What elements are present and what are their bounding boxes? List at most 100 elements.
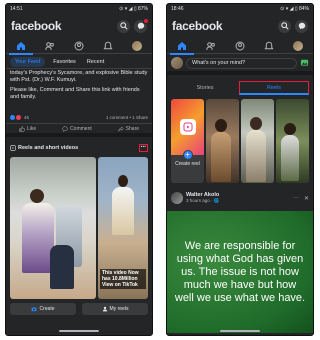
top-navigation (6, 38, 152, 55)
like-reaction-icon (10, 114, 15, 120)
search-button[interactable] (278, 19, 291, 33)
plus-icon: + (182, 150, 193, 160)
reel-person-body (281, 135, 299, 181)
nav-menu[interactable] (291, 39, 305, 53)
reels-section-title: Reels and short videos (18, 145, 79, 151)
phone-screenshot-feed: 14:51 ⊙ ▾ ◢ ▯ 87% facebook Your Feed Fav… (5, 3, 153, 336)
status-bar: 14:51 ⊙ ▾ ◢ ▯ 87% (6, 4, 152, 14)
comment-icon (62, 125, 68, 132)
reel-thumbnail[interactable] (241, 99, 274, 183)
my-reels-label: My reels (109, 306, 129, 312)
phone-screenshot-reels: 18:46 ⊙ ▾ ◢ ▯ 84% facebook What's on you… (166, 3, 314, 336)
tab-reels[interactable]: Reels (239, 81, 309, 95)
reel-person-head (30, 189, 44, 203)
search-icon (119, 22, 128, 30)
home-indicator (59, 330, 99, 332)
messenger-icon (298, 22, 305, 30)
create-reel-card[interactable]: + Create reel (171, 99, 204, 183)
feed-filter-tabs: Your Feed Favorites Recent (6, 55, 152, 69)
messenger-button[interactable] (295, 19, 308, 33)
reel-person-head (284, 123, 296, 135)
status-indicators: ⊙ ▾ ◢ ▯ 84% (280, 6, 309, 12)
nav-profile[interactable] (72, 39, 86, 53)
share-button[interactable]: Share (118, 126, 139, 132)
search-icon (280, 22, 289, 30)
share-icon (118, 125, 124, 131)
reels-section-header: Reels and short videos ··· (10, 143, 148, 153)
like-button[interactable]: Like (19, 126, 36, 132)
messenger-button[interactable] (134, 17, 149, 33)
status-time: 14:51 (10, 6, 23, 12)
whats-on-your-mind-input[interactable]: What's on your mind? (186, 57, 297, 69)
my-reels-button[interactable]: My reels (82, 303, 148, 315)
nav-home[interactable] (8, 39, 33, 55)
home-icon (177, 41, 186, 50)
tab-your-feed[interactable]: Your Feed (10, 56, 46, 67)
person-icon (102, 306, 107, 312)
reels-carousel: This video Now has 10.8Million View on T… (10, 157, 148, 299)
nav-home[interactable] (169, 39, 194, 55)
comment-label: Comment (70, 125, 92, 132)
friends-icon (206, 41, 215, 50)
status-time: 18:46 (171, 6, 184, 12)
reel-thumbnail[interactable] (10, 157, 96, 299)
notification-badge (143, 17, 149, 24)
camera-icon (32, 307, 37, 312)
stories-reels-tabs: Stories Reels (171, 81, 309, 95)
reel-person-body (246, 130, 266, 182)
create-label: Create (39, 306, 55, 312)
post-composer: What's on your mind? (167, 55, 313, 75)
post-header: Walter Akolo 3 hours ago · 🌐 ··· ✕ (171, 189, 309, 207)
post-actions: Like Comment Share (6, 123, 152, 137)
reel-person-head (215, 119, 227, 132)
facebook-logo: facebook (11, 19, 62, 33)
reel-thumbnail[interactable] (206, 99, 239, 183)
post-text-line: Please like, Comment and Share this link… (10, 87, 140, 100)
reel-person-body (112, 187, 134, 235)
status-indicators: ⊙ ▾ ◢ ▯ 87% (119, 6, 148, 12)
home-indicator (220, 330, 260, 332)
tab-stories[interactable]: Stories (171, 81, 239, 95)
photo-icon (300, 59, 309, 66)
thumbs-up-icon (19, 125, 25, 132)
nav-friends[interactable] (204, 39, 218, 53)
reels-buttons: Create My reels (10, 303, 148, 315)
nav-friends[interactable] (43, 39, 57, 53)
nav-notifications[interactable] (101, 39, 115, 53)
reel-thumbnail[interactable] (276, 99, 309, 183)
nav-menu[interactable] (130, 39, 144, 53)
add-photo-button[interactable] (300, 54, 309, 72)
nav-notifications[interactable] (262, 39, 276, 53)
reel-person-head (118, 175, 128, 187)
top-navigation (167, 38, 313, 55)
avatar (171, 57, 183, 69)
close-button[interactable]: ✕ (304, 195, 309, 202)
bell-icon (264, 41, 274, 49)
create-reel-button[interactable]: Create (10, 303, 76, 315)
reels-tray: + Create reel (171, 99, 309, 183)
tab-recent[interactable]: Recent (84, 57, 107, 67)
author-avatar[interactable] (171, 192, 183, 204)
reel-thumbnail[interactable]: This video Now has 10.8Million View on T… (98, 157, 148, 299)
reaction-count: 45 (24, 114, 30, 120)
app-header: facebook (167, 15, 313, 37)
tab-favorites[interactable]: Favorites (50, 57, 79, 67)
love-reaction-icon (16, 114, 21, 120)
nav-profile[interactable] (233, 39, 247, 53)
reel-person-pants (50, 245, 74, 289)
post-timestamp: 3 hours ago · 🌐 (186, 198, 220, 203)
more-options-button[interactable]: ··· (293, 195, 299, 202)
comment-share-count: 1 comment • 1 Share (105, 114, 148, 120)
comment-button[interactable]: Comment (62, 126, 92, 132)
home-icon (16, 41, 25, 50)
reaction-summary[interactable]: 45 1 comment • 1 Share (10, 113, 148, 121)
reels-icon (10, 145, 16, 151)
more-options-button[interactable]: ··· (138, 144, 148, 152)
share-label: Share (125, 125, 140, 132)
search-button[interactable] (117, 19, 130, 33)
avatar (132, 40, 143, 51)
reel-person-body (211, 132, 231, 182)
like-label: Like (26, 125, 37, 132)
quote-post-image[interactable]: We are responsible for using what God ha… (167, 211, 313, 333)
friends-icon (45, 41, 54, 50)
